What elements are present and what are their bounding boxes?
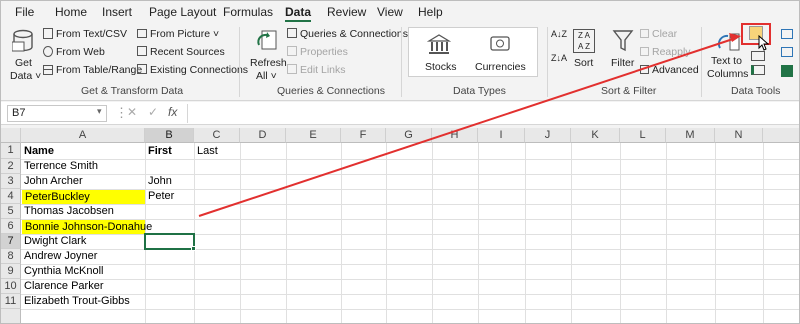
annotation-arrow: [198, 33, 741, 217]
excel-window: File Home Insert Page Layout Formulas Da…: [0, 0, 800, 324]
